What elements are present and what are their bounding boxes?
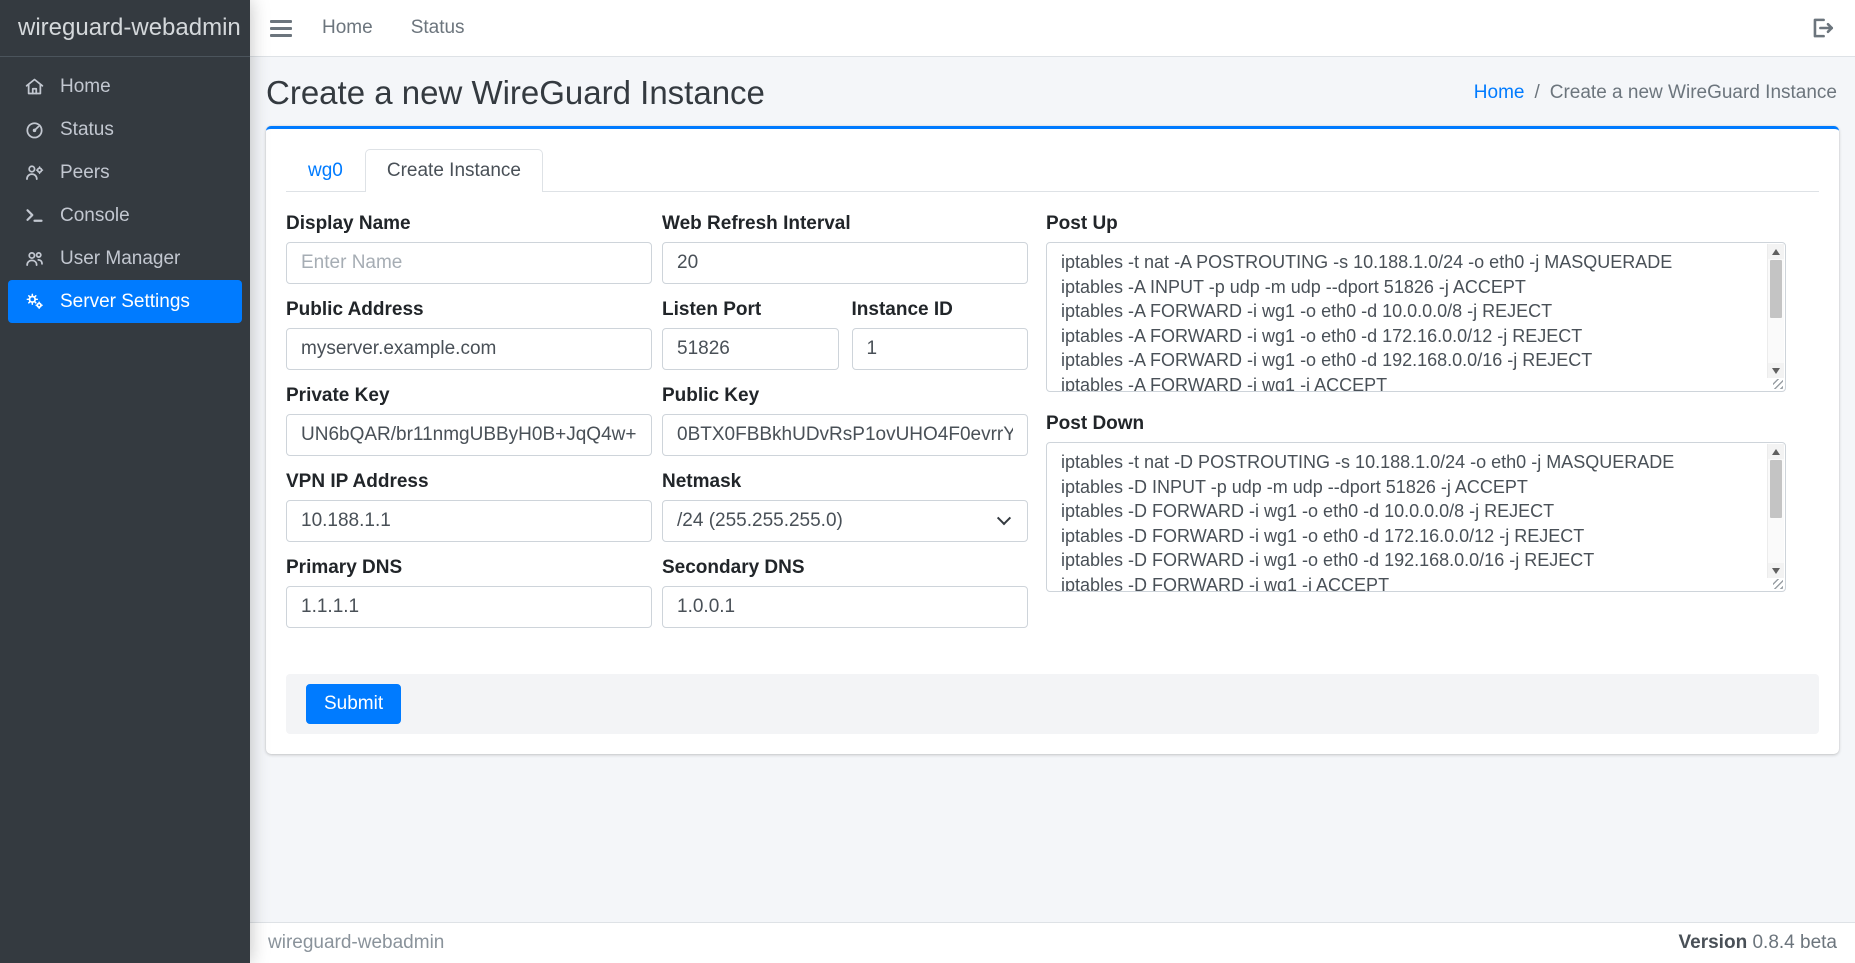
sidebar-item-label: Home (60, 76, 111, 98)
resize-grip-icon[interactable] (1773, 379, 1783, 389)
post-down-label: Post Down (1046, 412, 1786, 436)
instance-id-input[interactable] (852, 328, 1029, 370)
page-title: Create a new WireGuard Instance (266, 74, 765, 112)
navbar-link-home[interactable]: Home (322, 17, 373, 39)
public-key-input[interactable] (662, 414, 1028, 456)
vpn-ip-input[interactable] (286, 500, 652, 542)
sidebar-item-label: Server Settings (60, 291, 190, 313)
form-footer: Submit (286, 674, 1819, 734)
sidebar-item-peers[interactable]: Peers (8, 151, 242, 194)
app-window: wireguard-webadmin Home Status Peers (0, 0, 1855, 963)
sidebar-item-label: User Manager (60, 248, 180, 270)
sidebar-nav: Home Status Peers Console (0, 57, 250, 331)
sidebar-item-console[interactable]: Console (8, 194, 242, 237)
top-navbar: Home Status (250, 0, 1855, 57)
sidebar-item-status[interactable]: Status (8, 108, 242, 151)
sidebar-item-label: Peers (60, 162, 110, 184)
listen-port-label: Listen Port (662, 298, 839, 322)
display-name-input[interactable] (286, 242, 652, 284)
form-column-2: Web Refresh Interval Listen Port Instanc… (662, 212, 1028, 642)
sidebar: wireguard-webadmin Home Status Peers (0, 0, 250, 963)
sidebar-item-server-settings[interactable]: Server Settings (8, 280, 242, 323)
home-icon (22, 75, 46, 99)
footer-version-value: 0.8.4 beta (1752, 932, 1837, 953)
form-column-1: Display Name Public Address Private Key (286, 212, 652, 642)
content-header: Create a new WireGuard Instance Home / C… (250, 57, 1855, 126)
card-body: wg0 Create Instance Display Name Public … (266, 129, 1839, 754)
public-address-label: Public Address (286, 298, 652, 322)
scrollbar-track[interactable] (1768, 459, 1784, 563)
users-icon (22, 247, 46, 271)
netmask-select[interactable]: /24 (255.255.255.0) (662, 500, 1028, 542)
netmask-label: Netmask (662, 470, 1028, 494)
post-up-text: iptables -t nat -A POSTROUTING -s 10.188… (1047, 243, 1785, 391)
post-down-text: iptables -t nat -D POSTROUTING -s 10.188… (1047, 443, 1785, 591)
instance-tabs: wg0 Create Instance (286, 149, 1819, 192)
listen-port-input[interactable] (662, 328, 839, 370)
logout-icon[interactable] (1809, 15, 1835, 41)
instance-card: wg0 Create Instance Display Name Public … (266, 126, 1839, 754)
submit-button[interactable]: Submit (306, 684, 401, 724)
post-up-label: Post Up (1046, 212, 1786, 236)
navbar-link-status[interactable]: Status (411, 17, 465, 39)
footer-app-name: wireguard-webadmin (268, 932, 444, 954)
scroll-down-icon[interactable] (1768, 363, 1784, 378)
sidebar-toggle-icon[interactable] (270, 20, 292, 37)
footer-version: Version 0.8.4 beta (1679, 932, 1837, 954)
scrollbar-track[interactable] (1768, 259, 1784, 363)
form-column-3: Post Up iptables -t nat -A POSTROUTING -… (1046, 212, 1786, 642)
tab-wg0[interactable]: wg0 (286, 149, 365, 192)
scroll-up-icon[interactable] (1768, 444, 1784, 459)
users-gear-icon (22, 161, 46, 185)
post-down-textarea[interactable]: iptables -t nat -D POSTROUTING -s 10.188… (1046, 442, 1786, 592)
web-refresh-interval-input[interactable] (662, 242, 1028, 284)
post-down-scrollbar[interactable] (1767, 444, 1784, 578)
sidebar-item-user-manager[interactable]: User Manager (8, 237, 242, 280)
primary-dns-label: Primary DNS (286, 556, 652, 580)
breadcrumb-home-link[interactable]: Home (1474, 82, 1525, 104)
post-up-scrollbar[interactable] (1767, 244, 1784, 378)
chevron-down-icon (997, 511, 1011, 525)
gears-icon (22, 290, 46, 314)
sidebar-item-label: Console (60, 205, 130, 227)
page-footer: wireguard-webadmin Version 0.8.4 beta (250, 922, 1855, 963)
vpn-ip-label: VPN IP Address (286, 470, 652, 494)
scrollbar-thumb[interactable] (1770, 260, 1782, 318)
content-area: Create a new WireGuard Instance Home / C… (250, 57, 1855, 922)
public-key-label: Public Key (662, 384, 1028, 408)
secondary-dns-label: Secondary DNS (662, 556, 1028, 580)
public-address-input[interactable] (286, 328, 652, 370)
post-up-textarea[interactable]: iptables -t nat -A POSTROUTING -s 10.188… (1046, 242, 1786, 392)
secondary-dns-input[interactable] (662, 586, 1028, 628)
create-instance-form: Display Name Public Address Private Key (286, 192, 1819, 642)
terminal-icon (22, 204, 46, 228)
breadcrumb: Home / Create a new WireGuard Instance (1474, 82, 1837, 104)
scroll-down-icon[interactable] (1768, 563, 1784, 578)
instance-id-label: Instance ID (852, 298, 1029, 322)
web-refresh-interval-label: Web Refresh Interval (662, 212, 1028, 236)
breadcrumb-current: Create a new WireGuard Instance (1550, 82, 1837, 104)
private-key-input[interactable] (286, 414, 652, 456)
sidebar-item-home[interactable]: Home (8, 65, 242, 108)
tab-create-instance[interactable]: Create Instance (365, 149, 543, 192)
footer-version-label: Version (1679, 932, 1748, 953)
sidebar-item-label: Status (60, 119, 114, 141)
brand-link[interactable]: wireguard-webadmin (0, 0, 250, 57)
primary-dns-input[interactable] (286, 586, 652, 628)
resize-grip-icon[interactable] (1773, 579, 1783, 589)
gauge-icon (22, 118, 46, 142)
main-area: Home Status Create a new WireGuard Insta… (250, 0, 1855, 963)
scrollbar-thumb[interactable] (1770, 460, 1782, 518)
display-name-label: Display Name (286, 212, 652, 236)
scroll-up-icon[interactable] (1768, 244, 1784, 259)
breadcrumb-separator: / (1534, 82, 1539, 104)
netmask-selected-value: /24 (255.255.255.0) (677, 510, 843, 532)
private-key-label: Private Key (286, 384, 652, 408)
